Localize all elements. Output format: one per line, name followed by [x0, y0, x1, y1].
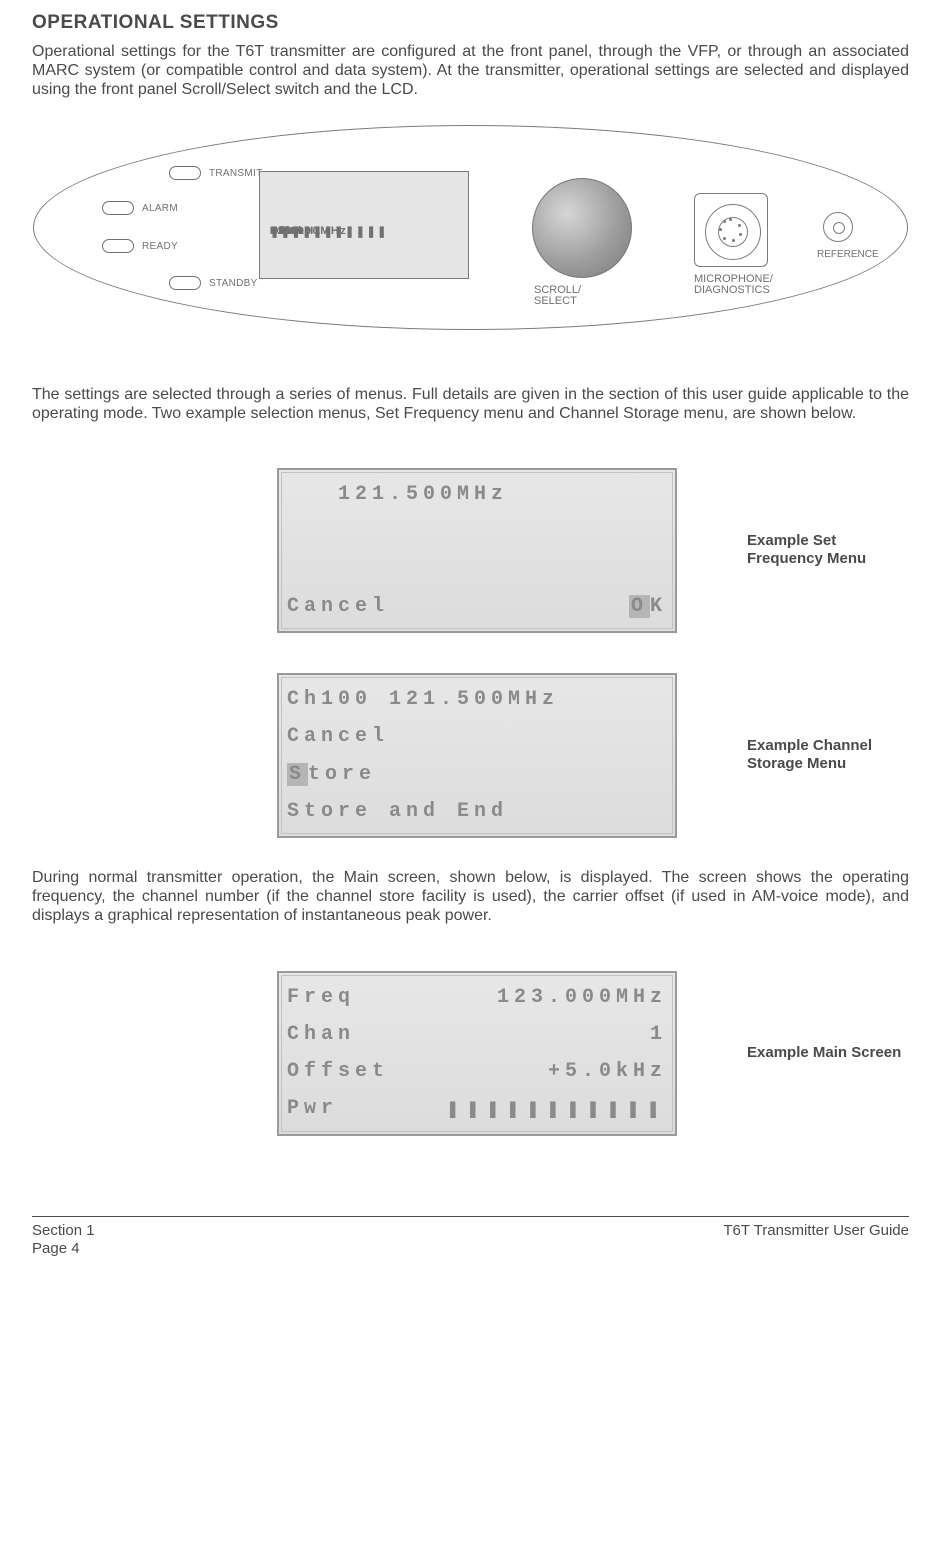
ex2-store-cursor: S: [287, 763, 308, 786]
transmit-led-icon: [169, 166, 201, 180]
ex3-l3-right: +5.0kHz: [548, 1060, 667, 1083]
ex3-l2-right: 1: [650, 1023, 667, 1046]
ex2-cancel[interactable]: Cancel: [287, 725, 389, 748]
reference-jack[interactable]: [823, 212, 853, 242]
jack-label-line2: DIAGNOSTICS: [694, 284, 770, 296]
intro-paragraph: Operational settings for the T6T transmi…: [32, 42, 909, 100]
alarm-label: ALARM: [142, 203, 178, 214]
scroll-select-knob[interactable]: [532, 178, 632, 278]
footer-doc-title: T6T Transmitter User Guide: [723, 1222, 909, 1260]
example-channel-storage-lcd: Ch100 121.500MHz Cancel Store Store and …: [277, 673, 677, 838]
ex1-ok[interactable]: OK: [629, 595, 667, 618]
page-title: OPERATIONAL SETTINGS: [32, 12, 909, 34]
ex3-l2-left: Chan: [287, 1023, 355, 1046]
panel-lcd-l4-right: ❚❚❚❚❚❚❚❚❚❚❚: [270, 225, 388, 238]
ex3-l1-right: 123.000MHz: [497, 986, 667, 1009]
ex3-l1-left: Freq: [287, 986, 355, 1009]
ex3-caption: Example Main Screen: [747, 1044, 909, 1063]
footer-section: Section 1: [32, 1222, 95, 1239]
ex3-l4-left: Pwr: [287, 1097, 338, 1120]
ex2-store[interactable]: Store: [287, 763, 376, 786]
ex1-ok-rest: K: [650, 595, 667, 618]
ready-label: READY: [142, 241, 178, 252]
panel-lcd: Freq123.000MHz Chan1 Offset+5.0kHz Pwr❚❚…: [259, 171, 469, 279]
ex1-line1: 121.500MHz: [287, 483, 508, 506]
ex2-line1: Ch100 121.500MHz: [287, 688, 559, 711]
ex3-l4-right: ❚❚❚❚❚❚❚❚❚❚❚: [447, 1096, 667, 1122]
standby-led-icon: [169, 276, 201, 290]
standby-label: STANDBY: [209, 278, 258, 289]
ready-led-icon: [102, 239, 134, 253]
jack-pins-icon: [720, 219, 742, 241]
reference-label: REFERENCE: [817, 249, 879, 260]
ex2-store-and-end[interactable]: Store and End: [287, 800, 508, 823]
example-main-screen-lcd: Freq 123.000MHz Chan 1 Offset +5.0kHz Pwr ❚❚…: [277, 971, 677, 1136]
alarm-led-icon: [102, 201, 134, 215]
after-paragraph: During normal transmitter operation, the…: [32, 868, 909, 926]
ex3-l3-left: Offset: [287, 1060, 389, 1083]
footer-page: Page 4: [32, 1240, 80, 1257]
page-footer: Section 1 Page 4 T6T Transmitter User Gu…: [32, 1216, 909, 1260]
ex1-cancel[interactable]: Cancel: [287, 595, 389, 618]
ex2-store-rest: tore: [308, 763, 376, 786]
panel-outline: TRANSMIT ALARM READY STANDBY Freq123.000…: [33, 125, 908, 330]
ex2-caption: Example Channel Storage Menu: [747, 737, 909, 775]
example-set-frequency-lcd: 121.500MHz Cancel OK: [277, 468, 677, 633]
ex1-caption: Example Set Frequency Menu: [747, 532, 909, 570]
transmit-label: TRANSMIT: [209, 168, 263, 179]
ex1-ok-cursor: O: [629, 595, 650, 618]
front-panel-diagram: TRANSMIT ALARM READY STANDBY Freq123.000…: [33, 125, 908, 330]
mid-paragraph: The settings are selected through a seri…: [32, 385, 909, 423]
knob-label-line2: SELECT: [534, 295, 577, 307]
